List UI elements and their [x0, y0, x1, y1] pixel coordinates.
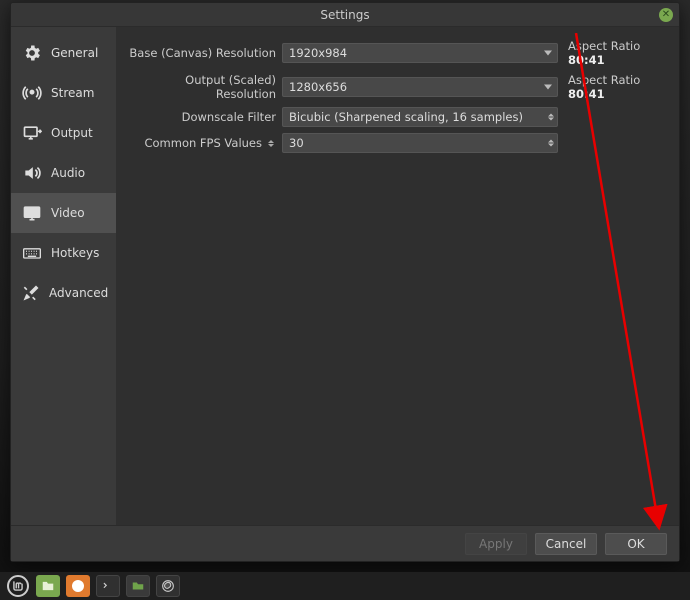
- gear-icon: [21, 42, 43, 64]
- sidebar-item-label: Stream: [51, 86, 94, 100]
- taskbar-files-icon[interactable]: [36, 575, 60, 597]
- tools-icon: [21, 282, 41, 304]
- downscale-filter-value: Bicubic (Sharpened scaling, 16 samples): [289, 110, 523, 124]
- taskbar-obs-icon[interactable]: [156, 575, 180, 597]
- sidebar-item-label: Video: [51, 206, 85, 220]
- settings-window: Settings ✕ General Stream: [10, 2, 680, 562]
- stepper-arrows-icon: [548, 114, 554, 121]
- fps-value: 30: [289, 136, 304, 150]
- sidebar-item-label: Output: [51, 126, 93, 140]
- sidebar-item-video[interactable]: Video: [11, 193, 116, 233]
- monitor-arrow-icon: [21, 122, 43, 144]
- output-resolution-combo[interactable]: 1280x656: [282, 77, 558, 97]
- speaker-icon: [21, 162, 43, 184]
- taskbar-terminal-icon[interactable]: [96, 575, 120, 597]
- sidebar-item-label: General: [51, 46, 98, 60]
- cancel-button[interactable]: Cancel: [535, 533, 597, 555]
- titlebar: Settings ✕: [11, 3, 679, 27]
- sidebar-item-audio[interactable]: Audio: [11, 153, 116, 193]
- sidebar-item-label: Audio: [51, 166, 85, 180]
- sidebar: General Stream Output: [11, 27, 116, 525]
- video-settings-panel: Base (Canvas) Resolution 1920x984 Aspect…: [116, 27, 679, 525]
- sidebar-item-advanced[interactable]: Advanced: [11, 273, 116, 313]
- mint-logo-icon: [7, 575, 29, 597]
- broadcast-icon: [21, 82, 43, 104]
- ok-button[interactable]: OK: [605, 533, 667, 555]
- downscale-filter-label: Downscale Filter: [126, 110, 276, 124]
- base-resolution-combo[interactable]: 1920x984: [282, 43, 558, 63]
- output-resolution-value: 1280x656: [289, 80, 347, 94]
- sidebar-item-label: Hotkeys: [51, 246, 99, 260]
- sidebar-item-label: Advanced: [49, 286, 108, 300]
- sidebar-item-general[interactable]: General: [11, 33, 116, 73]
- window-title: Settings: [320, 8, 369, 22]
- sidebar-item-output[interactable]: Output: [11, 113, 116, 153]
- taskbar: [0, 572, 690, 600]
- base-resolution-value: 1920x984: [289, 46, 347, 60]
- menu-button[interactable]: [6, 575, 30, 597]
- taskbar-firefox-icon[interactable]: [66, 575, 90, 597]
- monitor-icon: [21, 202, 43, 224]
- sidebar-item-hotkeys[interactable]: Hotkeys: [11, 233, 116, 273]
- output-resolution-label: Output (Scaled) Resolution: [126, 73, 276, 101]
- output-aspect-ratio: Aspect Ratio 80:41: [564, 73, 669, 101]
- apply-button: Apply: [465, 533, 527, 555]
- keyboard-icon: [21, 242, 43, 264]
- dialog-footer: Apply Cancel OK: [11, 525, 679, 561]
- fps-label: Common FPS Values: [144, 136, 262, 150]
- fps-mode-stepper[interactable]: [266, 135, 276, 151]
- base-resolution-label: Base (Canvas) Resolution: [126, 46, 276, 60]
- stepper-arrows-icon: [548, 140, 554, 147]
- base-aspect-ratio: Aspect Ratio 80:41: [564, 39, 669, 67]
- close-icon[interactable]: ✕: [659, 8, 673, 22]
- fps-value-select[interactable]: 30: [282, 133, 558, 153]
- downscale-filter-select[interactable]: Bicubic (Sharpened scaling, 16 samples): [282, 107, 558, 127]
- sidebar-item-stream[interactable]: Stream: [11, 73, 116, 113]
- taskbar-folder-icon[interactable]: [126, 575, 150, 597]
